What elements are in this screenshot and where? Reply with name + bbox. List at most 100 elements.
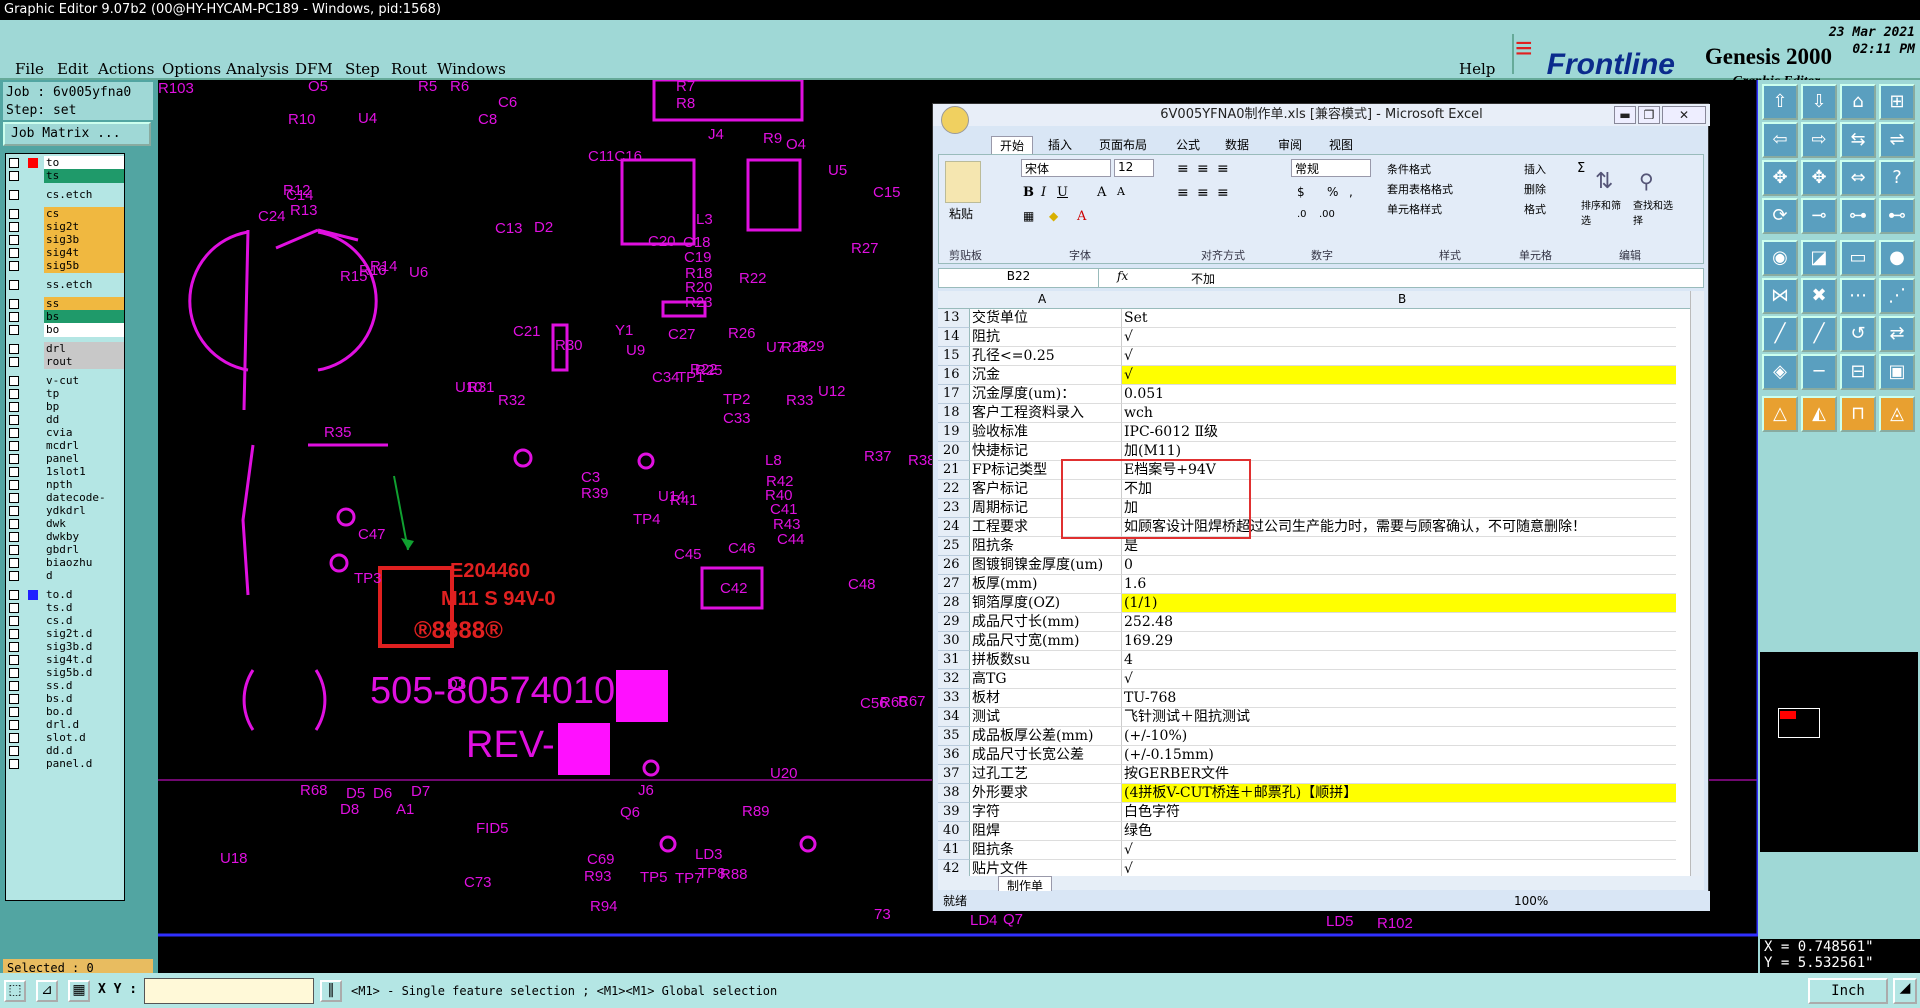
- menu-analysis[interactable]: Analysis: [226, 60, 289, 78]
- layer-name[interactable]: tp: [44, 387, 124, 401]
- paste-icon[interactable]: [945, 161, 981, 203]
- layer-row[interactable]: dd: [8, 413, 124, 427]
- cell-a[interactable]: 拼板数su: [970, 651, 1122, 670]
- units-selector[interactable]: Inch: [1808, 978, 1888, 1004]
- row-number[interactable]: 41: [938, 841, 970, 860]
- cell-a[interactable]: 成品尺寸宽(mm): [970, 632, 1122, 651]
- row-number[interactable]: 36: [938, 746, 970, 765]
- layer-row[interactable]: rout: [8, 355, 124, 369]
- sheet-row[interactable]: 35 成品板厚公差(mm) (+/-10%): [938, 727, 1690, 746]
- sheet-row[interactable]: 17 沉金厚度(um)： 0.051: [938, 385, 1690, 404]
- layer-row[interactable]: sig3b.d: [8, 640, 124, 654]
- increase-decimal-icon[interactable]: .0: [1297, 209, 1307, 220]
- layer-row[interactable]: npth: [8, 478, 124, 492]
- help-icon[interactable]: ?: [1879, 160, 1915, 196]
- probe-icon[interactable]: ⊸: [1801, 198, 1837, 234]
- cell-a[interactable]: 板厚(mm): [970, 575, 1122, 594]
- pan-left-icon[interactable]: ⇦: [1762, 122, 1798, 158]
- layer-checkbox[interactable]: [9, 493, 19, 503]
- mirror-icon[interactable]: ⇆: [1840, 122, 1876, 158]
- restore-icon[interactable]: ❐: [1638, 106, 1660, 124]
- row-number[interactable]: 42: [938, 860, 970, 876]
- measure-tool-icon[interactable]: ⊿: [36, 980, 58, 1002]
- layer-row[interactable]: datecode-pte: [8, 491, 124, 518]
- align-middle-icon[interactable]: ≡: [1197, 161, 1209, 177]
- row-number[interactable]: 15: [938, 347, 970, 366]
- ribbon-tab[interactable]: 数据: [1225, 136, 1249, 153]
- layer-checkbox[interactable]: [9, 454, 19, 464]
- layer-name[interactable]: dwk: [44, 517, 124, 531]
- row-number[interactable]: 25: [938, 537, 970, 556]
- cell-b[interactable]: √: [1122, 841, 1676, 860]
- row-number[interactable]: 22: [938, 480, 970, 499]
- layer-checkbox[interactable]: [9, 545, 19, 555]
- row-number[interactable]: 20: [938, 442, 970, 461]
- row-number[interactable]: 35: [938, 727, 970, 746]
- triangle-icon[interactable]: △: [1762, 396, 1798, 432]
- cell-a[interactable]: 成品尺寸长(mm): [970, 613, 1122, 632]
- layer-name[interactable]: datecode-pte: [44, 491, 124, 518]
- sheet-row[interactable]: 38 外形要求 (4拼板V-CUT桥连＋邮票孔)【顺拼】: [938, 784, 1690, 803]
- layer-name[interactable]: biaozhu: [44, 556, 124, 570]
- ruler-icon[interactable]: ⊶: [1840, 198, 1876, 234]
- paste-label[interactable]: 粘贴: [949, 205, 973, 222]
- font-name-select[interactable]: 宋体: [1021, 159, 1111, 177]
- layer-name[interactable]: bo.d: [44, 705, 124, 719]
- sheet-row[interactable]: 28 铜箔厚度(OZ) (1/1): [938, 594, 1690, 613]
- cell-b[interactable]: 绿色: [1122, 822, 1676, 841]
- line-tool2-icon[interactable]: ╱: [1801, 316, 1837, 352]
- layer-row[interactable]: sig4t.d: [8, 653, 124, 667]
- row-number[interactable]: 31: [938, 651, 970, 670]
- cell-b[interactable]: 4: [1122, 651, 1676, 670]
- cell-b[interactable]: √: [1122, 860, 1676, 876]
- layer-checkbox[interactable]: [9, 357, 19, 367]
- row-number[interactable]: 29: [938, 613, 970, 632]
- layer-checkbox[interactable]: [9, 668, 19, 678]
- cell-a[interactable]: 测试: [970, 708, 1122, 727]
- layer-name[interactable]: sig4t.d: [44, 653, 124, 667]
- sheet-row[interactable]: 30 成品尺寸宽(mm) 169.29: [938, 632, 1690, 651]
- sheet-row[interactable]: 14 阻抗 √: [938, 328, 1690, 347]
- row-number[interactable]: 38: [938, 784, 970, 803]
- ribbon-tab[interactable]: 页面布局: [1099, 136, 1147, 153]
- cell-b[interactable]: Set: [1122, 309, 1676, 328]
- layer-row[interactable]: slot.d: [8, 731, 124, 745]
- layer-row[interactable]: ss: [8, 297, 124, 311]
- rotate-icon[interactable]: ⟳: [1762, 198, 1798, 234]
- menu-rout[interactable]: Rout: [391, 60, 427, 78]
- name-box[interactable]: B22: [939, 269, 1099, 287]
- layer-checkbox[interactable]: [9, 707, 19, 717]
- layer-name[interactable]: to.d: [44, 588, 124, 602]
- sheet-row[interactable]: 41 阻抗条 √: [938, 841, 1690, 860]
- cell-a[interactable]: 成品尺寸长宽公差: [970, 746, 1122, 765]
- fill-color-icon[interactable]: ◆: [1049, 209, 1058, 223]
- cell-b[interactable]: (+/-0.15mm): [1122, 746, 1676, 765]
- cell-b[interactable]: 白色字符: [1122, 803, 1676, 822]
- layer-name[interactable]: ss.d: [44, 679, 124, 693]
- delete-icon[interactable]: ✖: [1801, 278, 1837, 314]
- layer-checkbox[interactable]: [9, 616, 19, 626]
- row-number[interactable]: 26: [938, 556, 970, 575]
- cell-a[interactable]: 阻焊: [970, 822, 1122, 841]
- cell-b[interactable]: wch: [1122, 404, 1676, 423]
- cell-a[interactable]: 客户工程资料录入: [970, 404, 1122, 423]
- table-format-button[interactable]: 套用表格格式: [1387, 181, 1453, 197]
- delete-cells-button[interactable]: 删除: [1524, 181, 1546, 197]
- line-tool-icon[interactable]: ╱: [1762, 316, 1798, 352]
- layer-row[interactable]: bo: [8, 323, 124, 337]
- surface-icon[interactable]: ◪: [1801, 240, 1837, 276]
- row-number[interactable]: 19: [938, 423, 970, 442]
- ribbon-tab[interactable]: 开始: [991, 136, 1034, 155]
- cell-b[interactable]: (+/-10%): [1122, 727, 1676, 746]
- sheet-row[interactable]: 34 测试 飞针测试＋阻抗测试: [938, 708, 1690, 727]
- cell-a[interactable]: 孔径<=0.25: [970, 347, 1122, 366]
- layer-name[interactable]: cs: [44, 207, 124, 221]
- layer-row[interactable]: cs: [8, 207, 124, 221]
- comma-icon[interactable]: ,: [1349, 185, 1353, 199]
- layer-checkbox[interactable]: [9, 344, 19, 354]
- layer-name[interactable]: gbdrl: [44, 543, 124, 557]
- cell-style-button[interactable]: 单元格样式: [1387, 201, 1442, 217]
- layer-checkbox[interactable]: [9, 376, 19, 386]
- sheet-row[interactable]: 25 阻抗条是: [938, 537, 1690, 556]
- menu-options[interactable]: Options: [162, 60, 221, 78]
